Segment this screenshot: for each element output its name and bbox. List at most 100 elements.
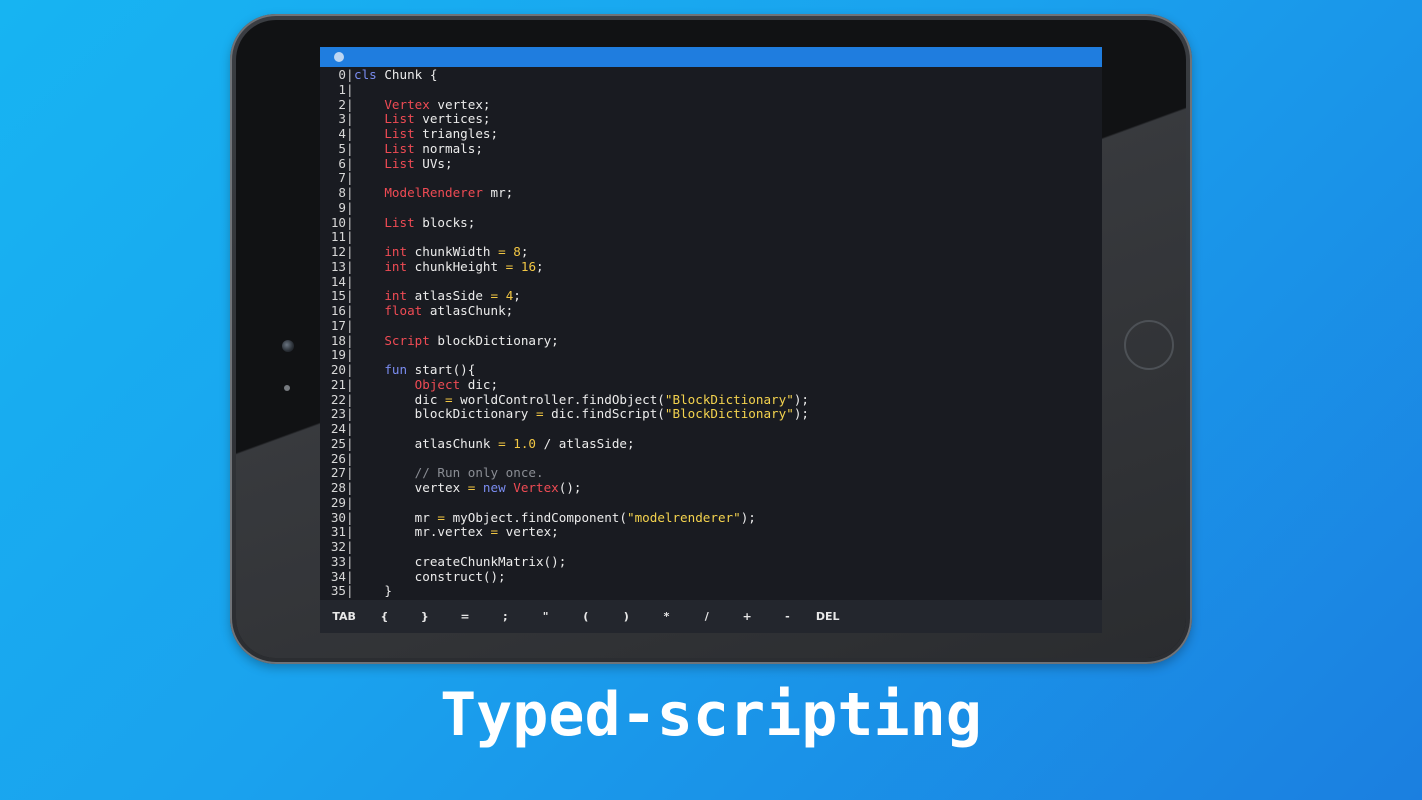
code-line[interactable]: 23 | blockDictionary = dic.findScript("Bl… [320, 406, 1102, 422]
code-line[interactable]: 6 | List UVs; [320, 155, 1102, 172]
code-line[interactable]: 11 | [320, 229, 1102, 245]
code-line[interactable]: 20 | fun start(){ [320, 362, 1102, 378]
key-button[interactable]: TAB [324, 610, 364, 623]
code-token: 1.0 [513, 435, 536, 451]
code-line[interactable]: 21 | Object dic; [320, 376, 1102, 393]
key-button[interactable]: DEL [808, 610, 848, 623]
code-token: vertex; [429, 96, 491, 112]
code-line[interactable]: 0 | cls Chunk { [320, 67, 1102, 83]
code-token: = [490, 524, 499, 540]
key-button[interactable]: / [687, 610, 727, 623]
code-token: UVs; [414, 155, 453, 171]
code-token: 16 [520, 258, 537, 274]
code-text: cls Chunk { [352, 67, 437, 83]
code-line[interactable]: 32 | [320, 539, 1102, 555]
code-line[interactable]: 3 | List vertices; [320, 111, 1102, 127]
code-line[interactable]: 12 | int chunkWidth = 8; [320, 244, 1102, 260]
code-token: // Run only once. [414, 465, 544, 481]
code-line[interactable]: 5 | List normals; [320, 140, 1102, 157]
line-number: 5 [338, 140, 346, 156]
code-token: triangles; [414, 126, 499, 141]
code-line[interactable]: 27 | // Run only once. [320, 465, 1102, 481]
key-button[interactable]: } [405, 610, 445, 623]
code-token: Script [384, 332, 430, 348]
code-token: dic; [460, 376, 499, 392]
code-line[interactable]: 4 | List triangles; [320, 126, 1102, 142]
code-text: dic = worldController.findObject("BlockD… [352, 391, 809, 408]
code-token: ModelRenderer [384, 185, 483, 200]
code-text: Script blockDictionary; [352, 332, 559, 349]
code-token: chunkWidth [407, 244, 499, 259]
key-button[interactable]: { [364, 610, 404, 623]
code-line[interactable]: 15 | int atlasSide = 4; [320, 288, 1102, 304]
code-text: construct(); [352, 569, 506, 585]
key-button[interactable]: - [767, 610, 807, 623]
code-line[interactable]: 25 | atlasChunk = 1.0 / atlasSide; [320, 435, 1102, 452]
line-number: 4 [338, 126, 346, 141]
code-token: = [498, 435, 506, 451]
app-screen: 0 | cls Chunk {1 | 2 | Vertex vertex; 3 | List … [320, 47, 1102, 633]
code-line[interactable]: 24 | [320, 421, 1102, 437]
line-number: 7 [338, 170, 346, 186]
key-button[interactable]: = [445, 610, 485, 623]
line-number: 28 [330, 480, 346, 495]
code-token: worldController.findObject( [452, 391, 665, 407]
code-line[interactable]: 35 | } [320, 583, 1102, 599]
key-button[interactable]: " [525, 610, 565, 623]
code-line[interactable]: 14 | [320, 274, 1102, 290]
key-button[interactable]: ) [606, 610, 646, 623]
line-number: 23 [330, 406, 346, 422]
code-line[interactable]: 17 | [320, 318, 1102, 334]
line-number: 34 [330, 568, 346, 584]
code-line[interactable]: 2 | Vertex vertex; [320, 96, 1102, 113]
code-editor[interactable]: 0 | cls Chunk {1 | 2 | Vertex vertex; 3 | List … [320, 67, 1102, 601]
home-button[interactable] [1124, 320, 1174, 370]
code-line[interactable]: 10 | List blocks; [320, 214, 1102, 231]
line-number: 30 [330, 509, 346, 525]
code-token: atlasChunk [354, 435, 499, 451]
code-token: "BlockDictionary" [664, 391, 794, 407]
code-line[interactable]: 28 | vertex = new Vertex(); [320, 480, 1102, 496]
key-button[interactable]: + [727, 610, 767, 623]
code-line[interactable]: 1 | [320, 82, 1102, 98]
line-number: 18 [330, 332, 346, 348]
code-line[interactable]: 16 | float atlasChunk; [320, 303, 1102, 319]
key-button[interactable]: * [646, 610, 686, 623]
code-text: List vertices; [352, 111, 491, 127]
code-text: Object dic; [352, 376, 499, 393]
code-token: List [384, 214, 415, 230]
line-number: 29 [330, 494, 346, 510]
line-number: 25 [330, 435, 346, 451]
code-line[interactable]: 9 | [320, 199, 1102, 216]
code-token: vertices; [414, 111, 491, 127]
code-token: cls [354, 67, 377, 82]
code-text: int chunkHeight = 16; [352, 258, 543, 275]
code-line[interactable]: 26 | [320, 451, 1102, 467]
code-line[interactable]: 13 | int chunkHeight = 16; [320, 258, 1102, 275]
code-line[interactable]: 31 | mr.vertex = vertex; [320, 524, 1102, 540]
code-line[interactable]: 29 | [320, 494, 1102, 511]
code-line[interactable]: 33 | createChunkMatrix(); [320, 554, 1102, 570]
code-line[interactable]: 18 | Script blockDictionary; [320, 332, 1102, 349]
code-line[interactable]: 30 | mr = myObject.findComponent("modelre… [320, 509, 1102, 526]
key-button[interactable]: ; [485, 610, 525, 623]
status-dot-icon [334, 52, 344, 62]
code-line[interactable]: 19 | [320, 347, 1102, 363]
code-token: blockDictionary; [429, 332, 559, 348]
code-line[interactable]: 7 | [320, 170, 1102, 186]
code-line[interactable]: 34 | construct(); [320, 568, 1102, 585]
line-number: 9 [338, 199, 346, 215]
code-text: } [352, 583, 392, 599]
code-line[interactable]: 22 | dic = worldController.findObject("Bl… [320, 391, 1102, 408]
key-button[interactable]: ( [566, 610, 606, 623]
code-line[interactable]: 8 | ModelRenderer mr; [320, 185, 1102, 201]
line-number: 6 [338, 155, 346, 171]
